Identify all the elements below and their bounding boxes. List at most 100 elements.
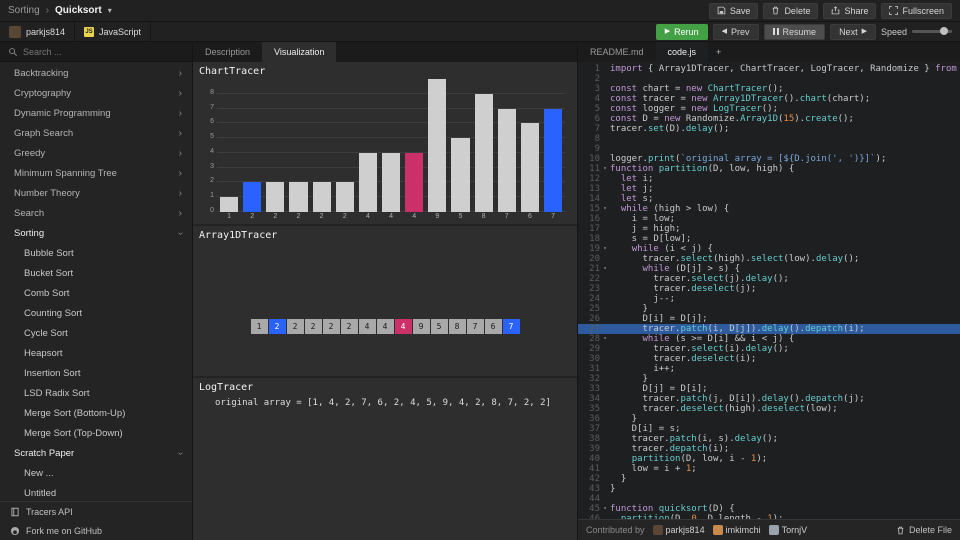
fold-icon[interactable]: ▾: [600, 204, 610, 214]
line-number: 30: [589, 354, 600, 364]
contributor-imkimchi[interactable]: imkimchi: [712, 525, 761, 535]
gutter-space: [600, 274, 610, 284]
code-text: let s;: [620, 194, 654, 204]
line-number: 29: [589, 344, 600, 354]
fold-icon[interactable]: ▾: [600, 264, 610, 274]
x-tick-label: 8: [481, 213, 486, 220]
language-tab[interactable]: JS JavaScript: [75, 22, 152, 41]
contributors-row: Contributed by parkjs814 imkimchi TornjV: [586, 525, 807, 535]
sidebar-subitem-bubble-sort[interactable]: Bubble Sort: [0, 243, 192, 263]
fold-icon[interactable]: ▾: [600, 504, 610, 514]
code-text: tracer.select(i).delay();: [610, 344, 789, 354]
chart-bar: [289, 182, 308, 212]
fold-icon[interactable]: ▾: [600, 334, 610, 344]
line-number: 12: [589, 174, 600, 184]
sidebar-subitem-cycle-sort[interactable]: Cycle Sort: [0, 323, 192, 343]
gutter-space: [600, 304, 610, 314]
sidebar-item-search[interactable]: Search ›: [0, 203, 192, 223]
save-button[interactable]: Save: [708, 2, 759, 19]
github-link[interactable]: Fork me on GitHub: [0, 521, 192, 540]
line-number: 37: [589, 424, 600, 434]
sidebar-subitem-untitled[interactable]: Untitled: [0, 483, 192, 501]
code-text: const chart = new ChartTracer();: [610, 84, 784, 94]
sidebar-subitem-merge-sort-bottom-up[interactable]: Merge Sort (Bottom-Up): [0, 403, 192, 423]
code-line: 24 j--;: [578, 294, 960, 304]
top-bar: Sorting › Quicksort ▾ Save Delete Share …: [0, 0, 960, 22]
code-text: tracer.select(j).delay();: [610, 274, 789, 284]
gutter-space: [600, 284, 610, 294]
sidebar-item-cryptography[interactable]: Cryptography ›: [0, 83, 192, 103]
code-line: 26 D[i] = D[j];: [578, 314, 960, 324]
user-tab[interactable]: parkjs814: [0, 22, 76, 41]
sidebar-subitem-insertion-sort[interactable]: Insertion Sort: [0, 363, 192, 383]
tracers-api-link[interactable]: Tracers API: [0, 502, 192, 521]
contributor-tornjv[interactable]: TornjV: [768, 525, 807, 535]
tab-visualization[interactable]: Visualization: [262, 42, 337, 62]
gutter-space: [600, 364, 610, 374]
code-text: i = low;: [610, 214, 676, 224]
sidebar-item-scratch-paper[interactable]: Scratch Paper ›: [0, 443, 192, 463]
sidebar-subitem-bucket-sort[interactable]: Bucket Sort: [0, 263, 192, 283]
code-text: while (D[j] > s) {: [642, 264, 741, 274]
code-text: while (s >= D[i] && i < j) {: [642, 334, 795, 344]
x-tick-label: 5: [458, 213, 463, 220]
fullscreen-button[interactable]: Fullscreen: [881, 2, 952, 19]
contributor-parkjs814[interactable]: parkjs814: [652, 525, 705, 535]
code-text: tracer.patch(i, D[j]).delay().depatch(i)…: [610, 324, 865, 334]
tab-code-js[interactable]: code.js: [655, 42, 709, 62]
speed-slider[interactable]: [912, 27, 952, 35]
gutter-space: [600, 84, 610, 94]
share-button[interactable]: Share: [823, 2, 877, 19]
new-tab-button[interactable]: +: [708, 42, 729, 62]
gutter-space: [600, 404, 610, 414]
code-area[interactable]: 1 import { Array1DTracer, ChartTracer, Lo…: [578, 62, 960, 519]
sidebar-item-graph-search[interactable]: Graph Search ›: [0, 123, 192, 143]
sidebar-item-label: Sorting: [14, 227, 45, 239]
line-number: 2: [594, 74, 600, 84]
sidebar-subitem-new[interactable]: New ...: [0, 463, 192, 483]
sidebar-subitem-merge-sort-top-down[interactable]: Merge Sort (Top-Down): [0, 423, 192, 443]
chevron-down-icon: ▾: [107, 6, 112, 15]
sidebar-item-number-theory[interactable]: Number Theory ›: [0, 183, 192, 203]
chart-bar: [243, 182, 262, 212]
sidebar-subitem-heapsort[interactable]: Heapsort: [0, 343, 192, 363]
prev-icon: ◀: [721, 28, 728, 35]
gutter-space: [600, 174, 610, 184]
code-line: 1 import { Array1DTracer, ChartTracer, Lo…: [578, 64, 960, 74]
code-text: const logger = new LogTracer();: [610, 104, 779, 114]
sidebar-subitem-comb-sort[interactable]: Comb Sort: [0, 283, 192, 303]
viz-tabstrip: Description Visualization: [193, 42, 577, 62]
line-number: 20: [589, 254, 600, 264]
code-text: D[i] = D[j];: [610, 314, 708, 324]
sidebar-item-sorting[interactable]: Sorting ›: [0, 223, 192, 243]
sidebar-item-dynamic-programming[interactable]: Dynamic Programming ›: [0, 103, 192, 123]
prev-button[interactable]: ◀ Prev: [712, 23, 759, 40]
sidebar-item-backtracking[interactable]: Backtracking ›: [0, 63, 192, 83]
next-button[interactable]: Next ▶: [830, 23, 876, 40]
fold-icon[interactable]: ▾: [600, 244, 610, 254]
breadcrumb-current[interactable]: Quicksort: [55, 5, 102, 16]
x-tick-label: 4: [365, 213, 370, 220]
array-cell: 5: [430, 319, 448, 334]
line-number: 4: [594, 94, 600, 104]
code-text: let i;: [620, 174, 654, 184]
breadcrumb-category[interactable]: Sorting: [8, 5, 40, 16]
tab-description[interactable]: Description: [193, 42, 262, 62]
resume-button[interactable]: Resume: [763, 23, 826, 40]
sidebar-subitem-lsd-radix-sort[interactable]: LSD Radix Sort: [0, 383, 192, 403]
code-line: 35 tracer.deselect(high).deselect(low);: [578, 404, 960, 414]
rerun-button[interactable]: ▶ Rerun: [655, 23, 708, 40]
sidebar-subitem-counting-sort[interactable]: Counting Sort: [0, 303, 192, 323]
gutter-space: [600, 354, 610, 364]
fold-icon[interactable]: ▾: [600, 164, 610, 174]
sidebar-item-minimum-spanning-tree[interactable]: Minimum Spanning Tree ›: [0, 163, 192, 183]
sidebar-item-greedy[interactable]: Greedy ›: [0, 143, 192, 163]
delete-file-button[interactable]: Delete File: [896, 525, 952, 535]
delete-button[interactable]: Delete: [763, 2, 819, 19]
tab-readme[interactable]: README.md: [578, 42, 656, 62]
code-editor-panel: README.md code.js + 1 import { Array1DTra…: [578, 42, 960, 540]
x-tick-label: 2: [273, 213, 278, 220]
search-input[interactable]: [23, 46, 184, 57]
slider-thumb[interactable]: [940, 27, 948, 35]
gutter-space: [600, 414, 610, 424]
